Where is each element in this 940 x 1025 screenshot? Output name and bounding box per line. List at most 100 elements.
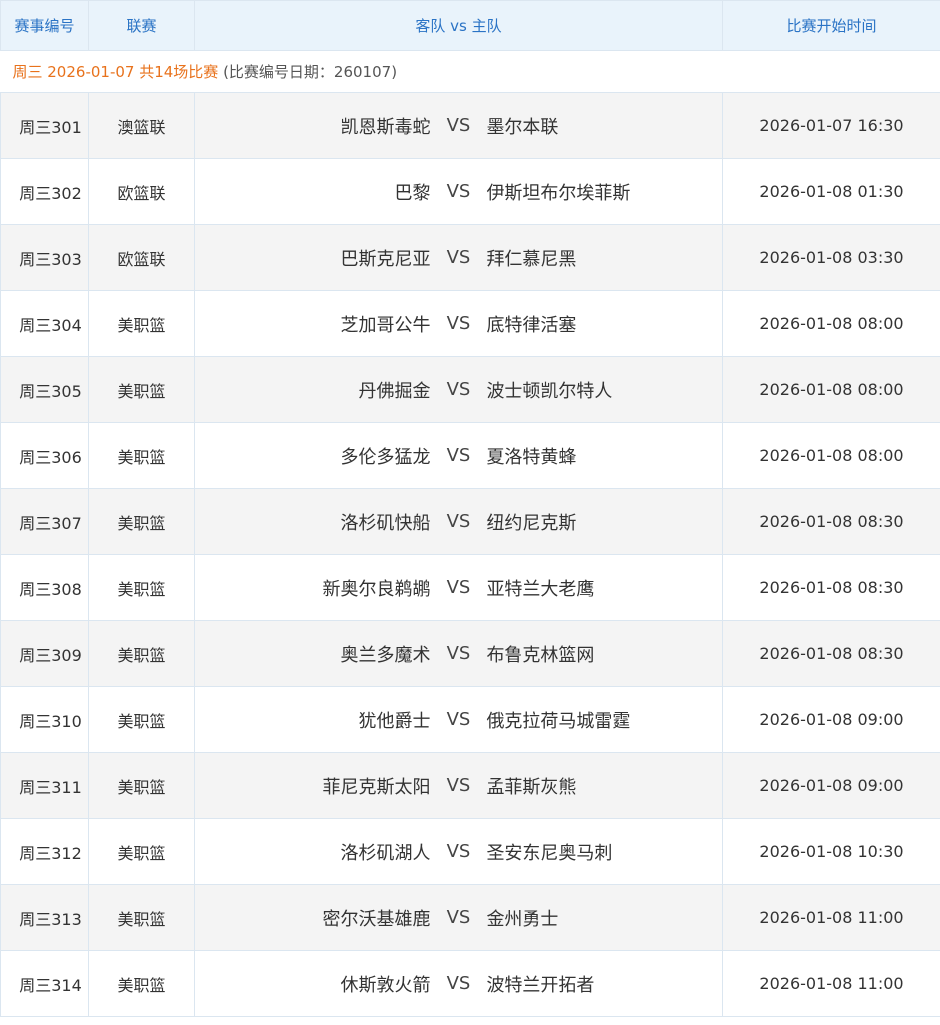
match-league[interactable]: 美职篮 bbox=[88, 290, 195, 357]
match-start-time: 2026-01-08 08:00 bbox=[722, 290, 940, 357]
match-id: 周三314 bbox=[0, 950, 89, 1017]
match-teams: 洛杉矶快船 VS 纽约尼克斯 bbox=[194, 488, 723, 555]
away-team[interactable]: 洛杉矶快船 bbox=[195, 509, 431, 535]
vs-label: VS bbox=[446, 709, 471, 730]
vs-label: VS bbox=[446, 907, 471, 928]
match-league[interactable]: 美职篮 bbox=[88, 884, 195, 951]
home-team[interactable]: 伊斯坦布尔埃菲斯 bbox=[486, 179, 722, 205]
header-start-time: 比赛开始时间 bbox=[722, 0, 940, 51]
home-team[interactable]: 纽约尼克斯 bbox=[486, 509, 722, 535]
match-row[interactable]: 周三312 美职篮 洛杉矶湖人 VS 圣安东尼奥马刺 2026-01-08 10:30 bbox=[0, 818, 940, 885]
match-id: 周三304 bbox=[0, 290, 89, 357]
away-team[interactable]: 新奥尔良鹈鹕 bbox=[195, 575, 431, 601]
match-row[interactable]: 周三301 澳篮联 凯恩斯毒蛇 VS 墨尔本联 2026-01-07 16:30 bbox=[0, 92, 940, 159]
match-league[interactable]: 澳篮联 bbox=[88, 92, 195, 159]
match-league[interactable]: 欧篮联 bbox=[88, 158, 195, 225]
away-team[interactable]: 芝加哥公牛 bbox=[195, 311, 431, 337]
match-league[interactable]: 美职篮 bbox=[88, 488, 195, 555]
match-start-time: 2026-01-08 10:30 bbox=[722, 818, 940, 885]
away-team[interactable]: 休斯敦火箭 bbox=[195, 971, 431, 997]
match-id: 周三305 bbox=[0, 356, 89, 423]
away-team[interactable]: 凯恩斯毒蛇 bbox=[195, 113, 431, 139]
match-start-time: 2026-01-07 16:30 bbox=[722, 92, 940, 159]
match-teams: 巴斯克尼亚 VS 拜仁慕尼黑 bbox=[194, 224, 723, 291]
match-league[interactable]: 美职篮 bbox=[88, 620, 195, 687]
vs-label: VS bbox=[446, 313, 471, 334]
match-start-time: 2026-01-08 11:00 bbox=[722, 950, 940, 1017]
home-team[interactable]: 拜仁慕尼黑 bbox=[486, 245, 722, 271]
vs-label: VS bbox=[446, 181, 471, 202]
match-id: 周三301 bbox=[0, 92, 89, 159]
match-league[interactable]: 欧篮联 bbox=[88, 224, 195, 291]
away-team[interactable]: 巴黎 bbox=[195, 179, 431, 205]
match-id: 周三302 bbox=[0, 158, 89, 225]
away-team[interactable]: 巴斯克尼亚 bbox=[195, 245, 431, 271]
match-id: 周三307 bbox=[0, 488, 89, 555]
match-row[interactable]: 周三313 美职篮 密尔沃基雄鹿 VS 金州勇士 2026-01-08 11:00 bbox=[0, 884, 940, 951]
home-team[interactable]: 布鲁克林篮网 bbox=[486, 641, 722, 667]
match-league[interactable]: 美职篮 bbox=[88, 356, 195, 423]
match-league[interactable]: 美职篮 bbox=[88, 818, 195, 885]
match-id: 周三303 bbox=[0, 224, 89, 291]
away-team[interactable]: 洛杉矶湖人 bbox=[195, 839, 431, 865]
match-row[interactable]: 周三303 欧篮联 巴斯克尼亚 VS 拜仁慕尼黑 2026-01-08 03:30 bbox=[0, 224, 940, 291]
match-row[interactable]: 周三302 欧篮联 巴黎 VS 伊斯坦布尔埃菲斯 2026-01-08 01:30 bbox=[0, 158, 940, 225]
match-row[interactable]: 周三309 美职篮 奥兰多魔术 VS 布鲁克林篮网 2026-01-08 08:30 bbox=[0, 620, 940, 687]
away-team[interactable]: 奥兰多魔术 bbox=[195, 641, 431, 667]
home-team[interactable]: 波士顿凯尔特人 bbox=[486, 377, 722, 403]
match-league[interactable]: 美职篮 bbox=[88, 422, 195, 489]
home-team[interactable]: 俄克拉荷马城雷霆 bbox=[486, 707, 722, 733]
match-teams: 密尔沃基雄鹿 VS 金州勇士 bbox=[194, 884, 723, 951]
match-id: 周三311 bbox=[0, 752, 89, 819]
vs-label: VS bbox=[446, 511, 471, 532]
match-row[interactable]: 周三305 美职篮 丹佛掘金 VS 波士顿凯尔特人 2026-01-08 08:00 bbox=[0, 356, 940, 423]
vs-label: VS bbox=[446, 115, 471, 136]
home-team[interactable]: 波特兰开拓者 bbox=[486, 971, 722, 997]
away-team[interactable]: 丹佛掘金 bbox=[195, 377, 431, 403]
match-teams: 巴黎 VS 伊斯坦布尔埃菲斯 bbox=[194, 158, 723, 225]
match-teams: 菲尼克斯太阳 VS 孟菲斯灰熊 bbox=[194, 752, 723, 819]
match-start-time: 2026-01-08 09:00 bbox=[722, 752, 940, 819]
match-start-time: 2026-01-08 08:30 bbox=[722, 620, 940, 687]
match-row[interactable]: 周三306 美职篮 多伦多猛龙 VS 夏洛特黄蜂 2026-01-08 08:00 bbox=[0, 422, 940, 489]
home-team[interactable]: 圣安东尼奥马刺 bbox=[486, 839, 722, 865]
home-team[interactable]: 亚特兰大老鹰 bbox=[486, 575, 722, 601]
date-group-note: (比赛编号日期：260107) bbox=[223, 63, 398, 81]
home-team[interactable]: 金州勇士 bbox=[486, 905, 722, 931]
match-id: 周三309 bbox=[0, 620, 89, 687]
home-team[interactable]: 墨尔本联 bbox=[486, 113, 722, 139]
match-teams: 犹他爵士 VS 俄克拉荷马城雷霆 bbox=[194, 686, 723, 753]
match-row[interactable]: 周三311 美职篮 菲尼克斯太阳 VS 孟菲斯灰熊 2026-01-08 09:00 bbox=[0, 752, 940, 819]
match-id: 周三312 bbox=[0, 818, 89, 885]
header-league: 联赛 bbox=[88, 0, 195, 51]
match-league[interactable]: 美职篮 bbox=[88, 752, 195, 819]
match-row[interactable]: 周三304 美职篮 芝加哥公牛 VS 底特律活塞 2026-01-08 08:00 bbox=[0, 290, 940, 357]
home-team[interactable]: 底特律活塞 bbox=[486, 311, 722, 337]
match-teams: 奥兰多魔术 VS 布鲁克林篮网 bbox=[194, 620, 723, 687]
match-row[interactable]: 周三308 美职篮 新奥尔良鹈鹕 VS 亚特兰大老鹰 2026-01-08 08:30 bbox=[0, 554, 940, 621]
match-teams: 凯恩斯毒蛇 VS 墨尔本联 bbox=[194, 92, 723, 159]
match-league[interactable]: 美职篮 bbox=[88, 686, 195, 753]
match-teams: 洛杉矶湖人 VS 圣安东尼奥马刺 bbox=[194, 818, 723, 885]
match-teams: 丹佛掘金 VS 波士顿凯尔特人 bbox=[194, 356, 723, 423]
match-id: 周三306 bbox=[0, 422, 89, 489]
away-team[interactable]: 犹他爵士 bbox=[195, 707, 431, 733]
match-row[interactable]: 周三314 美职篮 休斯敦火箭 VS 波特兰开拓者 2026-01-08 11:00 bbox=[0, 950, 940, 1017]
match-league[interactable]: 美职篮 bbox=[88, 950, 195, 1017]
match-teams: 多伦多猛龙 VS 夏洛特黄蜂 bbox=[194, 422, 723, 489]
away-team[interactable]: 菲尼克斯太阳 bbox=[195, 773, 431, 799]
vs-label: VS bbox=[446, 577, 471, 598]
match-row[interactable]: 周三307 美职篮 洛杉矶快船 VS 纽约尼克斯 2026-01-08 08:30 bbox=[0, 488, 940, 555]
match-id: 周三310 bbox=[0, 686, 89, 753]
away-team[interactable]: 密尔沃基雄鹿 bbox=[195, 905, 431, 931]
away-team[interactable]: 多伦多猛龙 bbox=[195, 443, 431, 469]
match-row[interactable]: 周三310 美职篮 犹他爵士 VS 俄克拉荷马城雷霆 2026-01-08 09:00 bbox=[0, 686, 940, 753]
home-team[interactable]: 夏洛特黄蜂 bbox=[486, 443, 722, 469]
match-start-time: 2026-01-08 01:30 bbox=[722, 158, 940, 225]
header-teams: 客队 vs 主队 bbox=[194, 0, 723, 51]
home-team[interactable]: 孟菲斯灰熊 bbox=[486, 773, 722, 799]
vs-label: VS bbox=[446, 379, 471, 400]
match-league[interactable]: 美职篮 bbox=[88, 554, 195, 621]
vs-label: VS bbox=[446, 841, 471, 862]
match-teams: 休斯敦火箭 VS 波特兰开拓者 bbox=[194, 950, 723, 1017]
